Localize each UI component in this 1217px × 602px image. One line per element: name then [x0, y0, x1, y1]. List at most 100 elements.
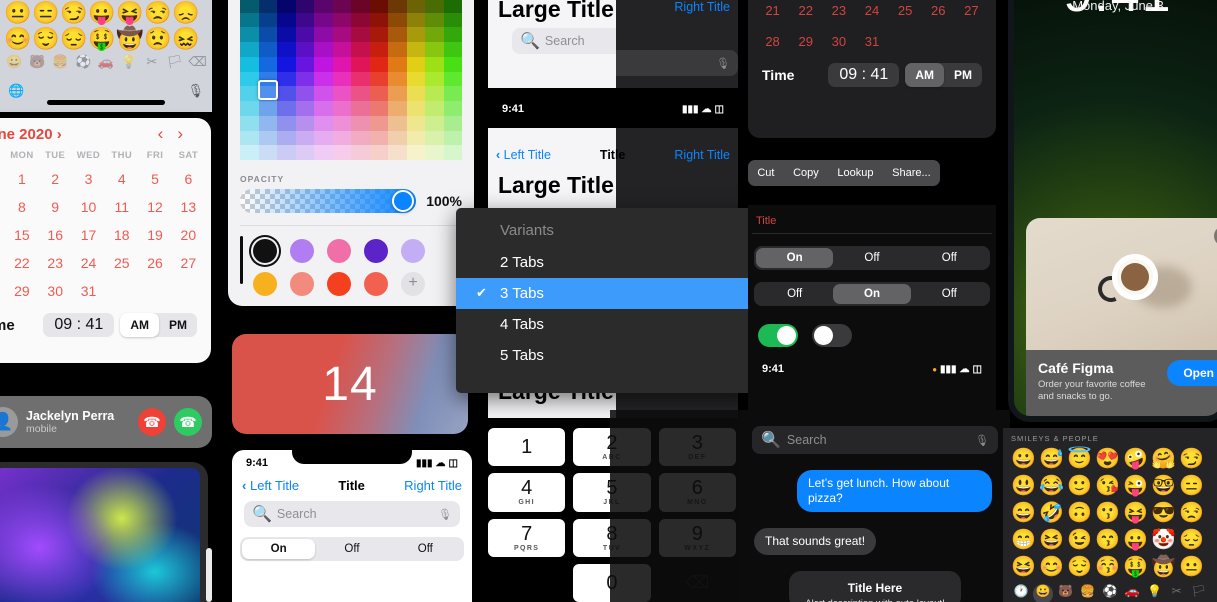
segmented-control-dark-b[interactable]: Off On Off [754, 282, 990, 306]
opacity-row[interactable]: 100% [240, 189, 462, 213]
color-cell[interactable] [443, 0, 462, 13]
emoji-row[interactable]: 😐 😑 😏 😛 😝 😒 😞 [0, 0, 212, 26]
color-cell[interactable] [351, 101, 370, 116]
color-cell[interactable] [240, 27, 259, 43]
color-cell[interactable] [295, 56, 314, 72]
meridiem-toggle[interactable]: AM PM [120, 313, 197, 337]
color-cell[interactable] [425, 42, 444, 57]
color-swatch[interactable] [253, 272, 277, 296]
emoji-keyboard-dark[interactable]: SMILEYS & PEOPLE 😀 😅 😇 😍 🤪 🤗 😏 😃 😂 🙂 😘 😜 🤓 😑 😄 🤣 🙃 😗 😝 😎 😒 😁 😆… [1003, 428, 1217, 602]
emoji-row[interactable]: 😀 😅 😇 😍 🤪 🤗 😏 [1011, 447, 1209, 471]
emoji[interactable]: 😇 [1067, 447, 1092, 471]
color-cell[interactable] [351, 130, 370, 146]
emoji-category-bar-dark[interactable]: 🕐 😀 🐻 🍔 ⚽ 🚗 💡 ✂ 🏳 [1011, 584, 1209, 602]
emoji[interactable]: 🤓 [1151, 474, 1176, 498]
color-swatch[interactable] [290, 239, 314, 263]
color-cell[interactable] [425, 115, 444, 131]
color-cell[interactable] [406, 145, 425, 160]
color-cell[interactable] [258, 101, 277, 116]
color-cell[interactable] [332, 130, 351, 146]
calendar-day[interactable]: 2 [39, 165, 72, 193]
search-bar-top-dark[interactable]: 🔍 Search 🎙 [616, 50, 738, 76]
color-cell[interactable] [369, 101, 388, 116]
food-category-icon[interactable]: 🍔 [1078, 584, 1098, 602]
calendar-day[interactable]: 17 [72, 221, 105, 249]
color-cell[interactable] [277, 101, 296, 116]
color-cell[interactable] [240, 42, 259, 57]
emoji-category-bar[interactable]: 😀 🐻 🍔 ⚽ 🚗 💡 ✂ 🏳 ⌫ [0, 52, 212, 76]
objects-category-icon[interactable]: 💡 [118, 54, 139, 74]
color-cell[interactable] [277, 56, 296, 72]
calendar-day[interactable]: 20 [172, 221, 205, 249]
color-cell[interactable] [314, 42, 333, 57]
am-option[interactable]: AM [905, 63, 944, 87]
color-cell[interactable] [369, 12, 388, 28]
context-menu-share[interactable]: Share... [892, 167, 931, 179]
color-cell[interactable] [351, 0, 370, 13]
keypad-key-7[interactable]: 7 PQRS [488, 518, 566, 557]
calendar-day[interactable]: 31 [855, 26, 888, 57]
calendar-day[interactable]: 27 [955, 0, 988, 26]
color-cell[interactable] [240, 0, 259, 13]
emoji[interactable]: 😊 [4, 26, 31, 52]
color-cell[interactable] [258, 27, 277, 43]
color-cell[interactable] [332, 71, 351, 87]
calendar-day[interactable]: 3 [72, 165, 105, 193]
emoji[interactable]: 😌 [1067, 555, 1092, 579]
emoji[interactable]: 😞 [172, 0, 199, 26]
emoji[interactable]: 🤣 [1039, 501, 1064, 525]
activity-category-icon[interactable]: ⚽ [1100, 584, 1120, 602]
color-cell[interactable] [443, 42, 462, 57]
calendar-day[interactable]: 11 [105, 193, 138, 221]
emoji[interactable]: 🤠 [1151, 555, 1176, 579]
mic-icon-dark[interactable]: 🎙 [716, 57, 730, 70]
color-cell[interactable] [240, 12, 259, 28]
add-color-icon[interactable]: + [401, 272, 425, 296]
color-cell[interactable] [369, 115, 388, 131]
emoji-row[interactable]: 😁 😆 😉 😙 😛 🤡 😔 [1011, 528, 1209, 552]
color-cell[interactable] [258, 115, 277, 131]
color-cell[interactable] [369, 27, 388, 43]
segment-a-option-off-1[interactable]: Off [833, 248, 910, 268]
segment-b-option-on[interactable]: On [833, 284, 911, 304]
color-swatch[interactable] [253, 239, 277, 263]
emoji[interactable]: 😀 [1011, 447, 1036, 471]
color-cell[interactable] [295, 101, 314, 116]
color-grid[interactable] [240, 0, 462, 160]
color-cell[interactable] [295, 0, 314, 13]
smileys-category-icon[interactable]: 😀 [4, 54, 25, 74]
color-cell[interactable] [388, 56, 407, 72]
color-cell[interactable] [277, 71, 296, 87]
context-menu[interactable]: Cut Copy Lookup Share... [748, 160, 940, 186]
emoji[interactable]: 😍 [1095, 447, 1120, 471]
color-cell[interactable] [314, 145, 333, 160]
color-cell[interactable] [277, 0, 296, 13]
segment-a-option-off-2[interactable]: Off [911, 248, 988, 268]
color-cell[interactable] [425, 71, 444, 87]
calendar-day[interactable]: 26 [138, 249, 171, 277]
emoji[interactable]: 😁 [1011, 528, 1036, 552]
emoji[interactable]: 😎 [1151, 501, 1176, 525]
emoji[interactable]: 😙 [1095, 528, 1120, 552]
emoji[interactable]: 😖 [172, 26, 199, 52]
calendar-day[interactable]: 23 [822, 0, 855, 26]
color-cell[interactable] [332, 0, 351, 13]
color-cell[interactable] [443, 27, 462, 43]
color-swatch[interactable] [290, 272, 314, 296]
recent-category-icon[interactable]: 🕐 [1011, 584, 1031, 602]
calendar-day[interactable]: 19 [138, 221, 171, 249]
calendar-day[interactable]: 9 [39, 193, 72, 221]
color-cell[interactable] [332, 115, 351, 131]
color-cell[interactable] [258, 0, 277, 13]
keypad-key-1[interactable]: 1 [488, 428, 566, 467]
emoji[interactable]: 😝 [116, 0, 143, 26]
color-cell[interactable] [240, 130, 259, 146]
color-cell[interactable] [332, 86, 351, 102]
color-cell[interactable] [314, 27, 333, 43]
color-picker[interactable]: OPACITY 100% + [228, 0, 474, 306]
segment-b-option-off-1[interactable]: Off [756, 284, 833, 304]
color-cell[interactable] [332, 56, 351, 72]
color-cell[interactable] [388, 86, 407, 102]
color-cell[interactable] [406, 86, 425, 102]
emoji-row[interactable]: 😄 🤣 🙃 😗 😝 😎 😒 [1011, 501, 1209, 525]
